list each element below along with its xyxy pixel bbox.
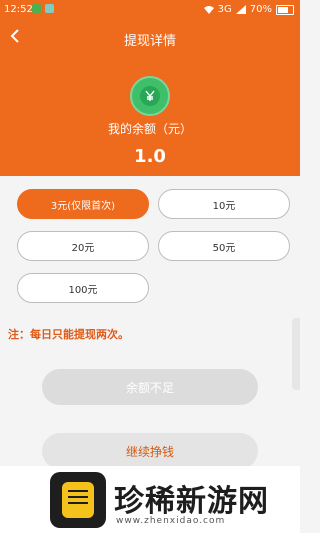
notification-icon (32, 4, 41, 13)
withdraw-note: 注：每日只能提现两次。 (8, 328, 129, 341)
amount-option-10[interactable]: 10元 (158, 189, 290, 219)
brand-name: 珍稀新游网 (114, 484, 269, 519)
page-title: 提现详情 (123, 34, 176, 49)
amount-option-3[interactable]: 3元(仅限首次) (17, 189, 149, 219)
amount-option-50[interactable]: 50元 (158, 231, 290, 261)
wifi-icon (203, 6, 214, 14)
balance-value: 1.0 (134, 146, 166, 167)
amount-option-100[interactable]: 100元 (17, 273, 149, 303)
signal-label: 3G (217, 4, 232, 15)
brand-logo (50, 472, 106, 528)
yen-icon (145, 90, 155, 101)
scroll-handle[interactable] (292, 318, 300, 390)
insufficient-balance-button[interactable]: 余额不足 (42, 369, 258, 405)
brand-url: www.zhenxidao.com (116, 516, 226, 526)
battery-percent: 70% (249, 4, 272, 15)
status-time: 12:52 (4, 4, 33, 15)
notification-icon (45, 4, 54, 13)
signal-icon (235, 5, 246, 14)
status-bar: 12:52 3G 70% (0, 0, 300, 20)
continue-earning-button[interactable]: 继续挣钱 (42, 433, 258, 469)
wallet-icon (130, 76, 170, 116)
amount-option-20[interactable]: 20元 (17, 231, 149, 261)
battery-icon (276, 4, 294, 15)
balance-label: 我的余额（元） (107, 122, 192, 136)
